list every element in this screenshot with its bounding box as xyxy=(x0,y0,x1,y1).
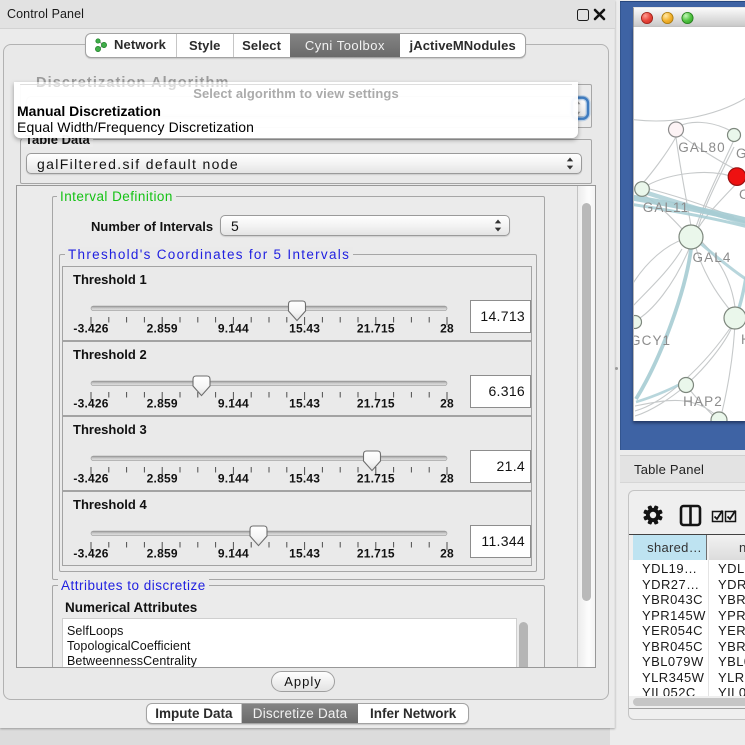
svg-text:21.715: 21.715 xyxy=(357,397,395,411)
svg-text:2.859: 2.859 xyxy=(147,397,178,411)
svg-text:GA: GA xyxy=(736,146,745,161)
svg-text:GCY1: GCY1 xyxy=(634,333,671,348)
svg-text:9.144: 9.144 xyxy=(218,472,249,486)
svg-text:-3.426: -3.426 xyxy=(73,472,108,486)
svg-text:2.859: 2.859 xyxy=(147,322,178,336)
svg-text:-3.426: -3.426 xyxy=(73,397,108,411)
svg-text:HAP2: HAP2 xyxy=(683,394,723,409)
svg-text:15.43: 15.43 xyxy=(289,397,320,411)
svg-text:GAL11: GAL11 xyxy=(643,200,690,215)
svg-text:9.144: 9.144 xyxy=(218,322,249,336)
svg-text:15.43: 15.43 xyxy=(289,547,320,561)
svg-text:2.859: 2.859 xyxy=(147,472,178,486)
svg-text:15.43: 15.43 xyxy=(289,472,320,486)
svg-text:C: C xyxy=(739,187,745,202)
svg-text:-3.426: -3.426 xyxy=(73,322,108,336)
svg-text:28: 28 xyxy=(440,322,454,336)
svg-text:H: H xyxy=(741,332,745,347)
svg-text:2.859: 2.859 xyxy=(147,547,178,561)
svg-text:21.715: 21.715 xyxy=(357,547,395,561)
svg-text:15.43: 15.43 xyxy=(289,322,320,336)
svg-text:21.715: 21.715 xyxy=(357,322,395,336)
svg-text:9.144: 9.144 xyxy=(218,547,249,561)
svg-text:-3.426: -3.426 xyxy=(73,547,108,561)
svg-text:GAL80: GAL80 xyxy=(678,140,726,155)
svg-text:28: 28 xyxy=(440,472,454,486)
svg-text:21.715: 21.715 xyxy=(357,472,395,486)
svg-text:9.144: 9.144 xyxy=(218,397,249,411)
svg-text:GAL4: GAL4 xyxy=(693,250,732,265)
svg-text:28: 28 xyxy=(440,547,454,561)
svg-text:28: 28 xyxy=(440,397,454,411)
